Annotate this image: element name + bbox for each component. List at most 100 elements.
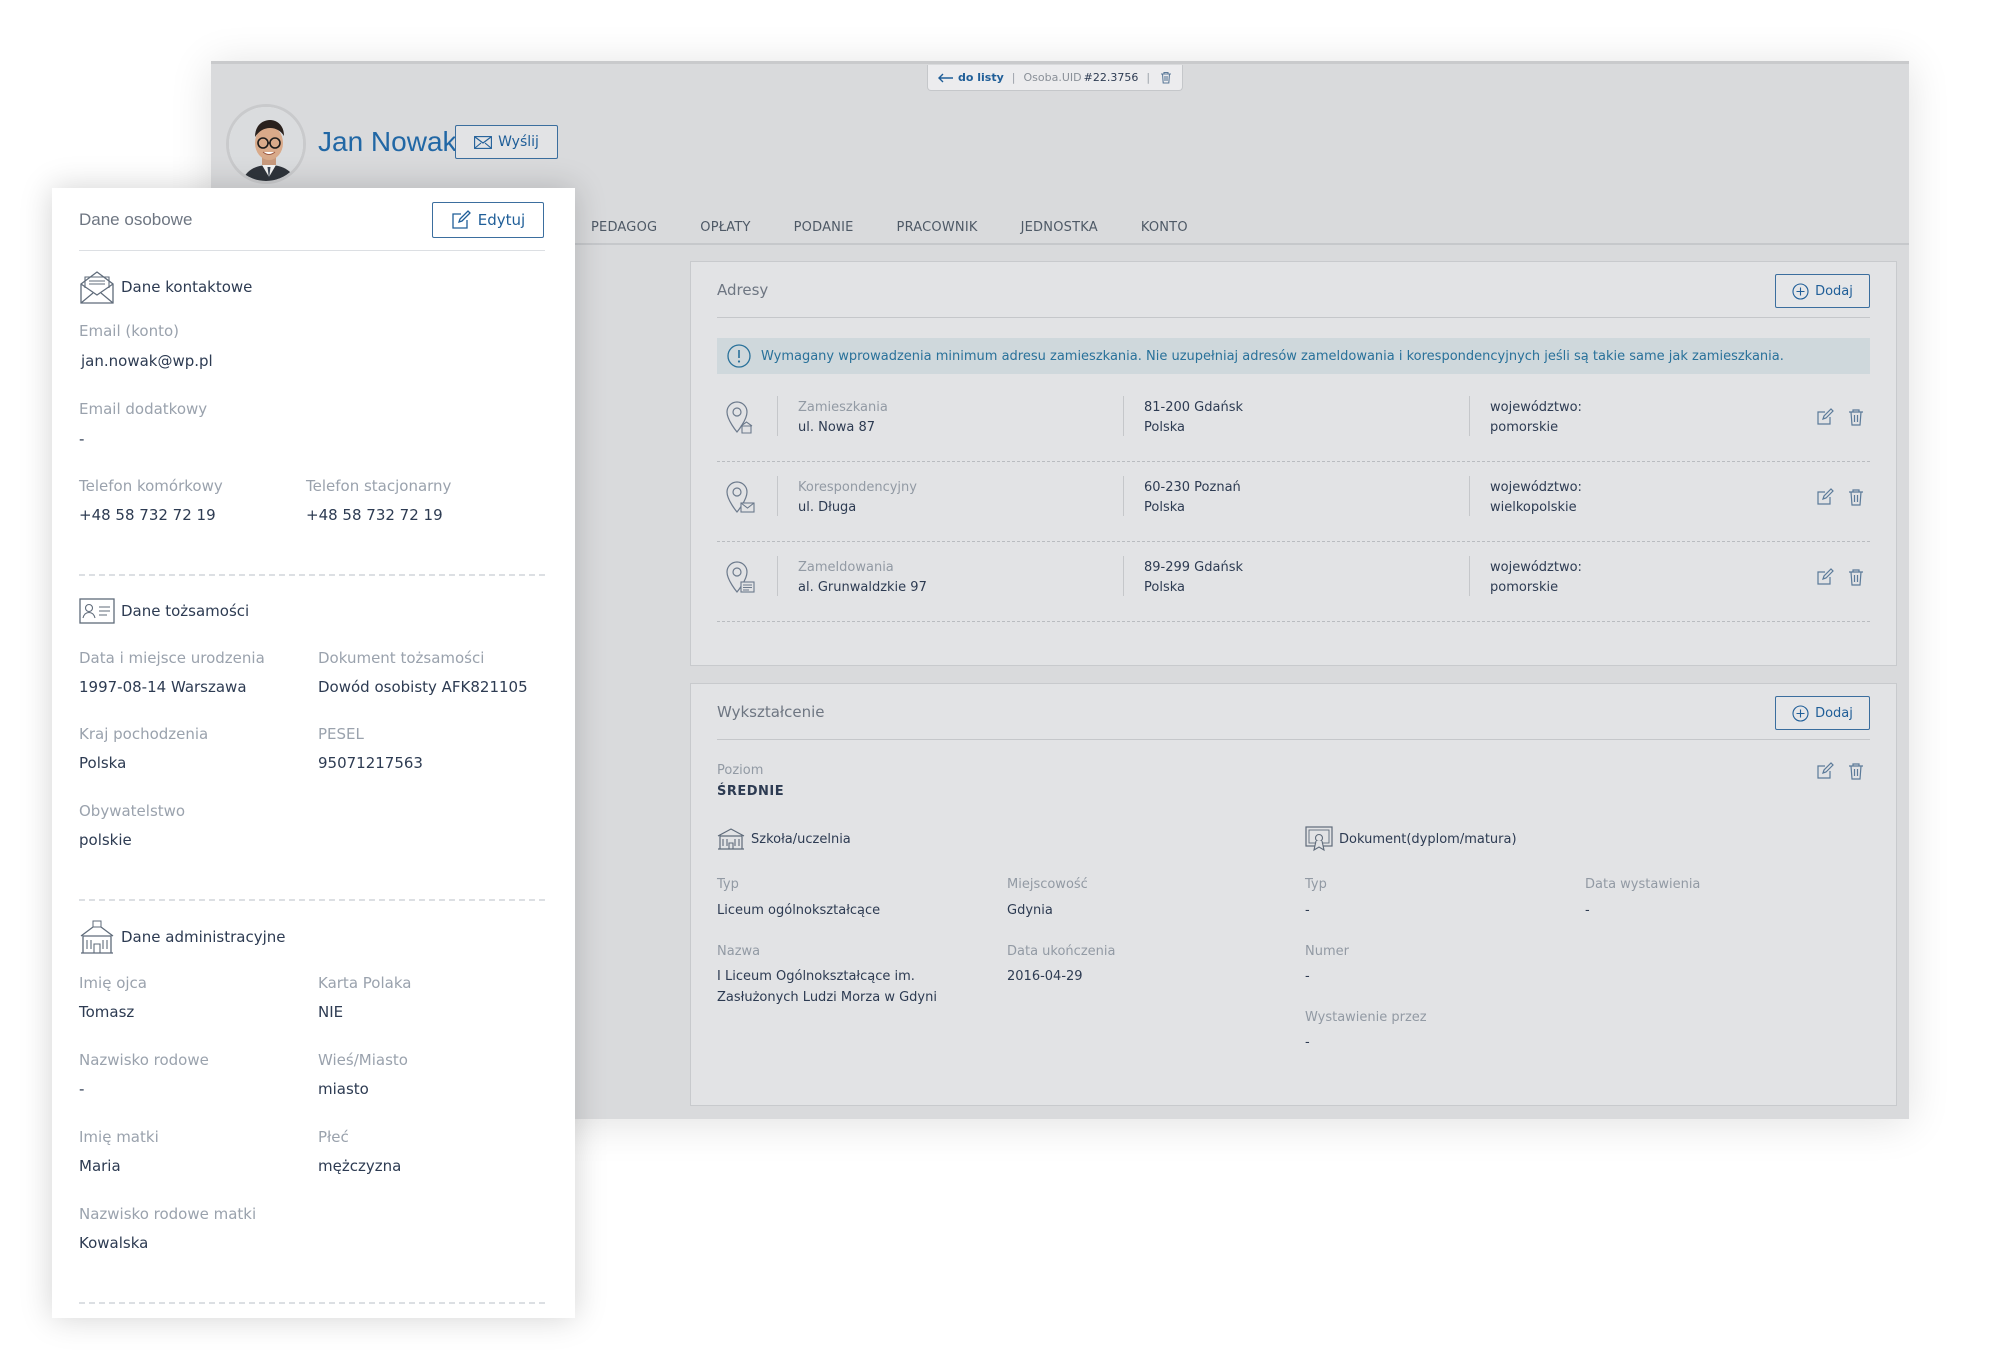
edit-icon[interactable]: [1816, 568, 1834, 586]
address-street: al. Grunwaldzkie 97: [798, 580, 927, 595]
tab-jednostka[interactable]: JEDNOSTKA: [1021, 220, 1098, 235]
edit-icon: [452, 210, 471, 229]
address-street: ul. Nowa 87: [798, 420, 876, 435]
level-value: ŚREDNIE: [717, 784, 785, 799]
envelope-icon: [474, 135, 493, 149]
send-message-button[interactable]: Wyślij: [455, 125, 558, 159]
contact-heading-label: Dane kontaktowe: [121, 278, 253, 296]
personal-data-panel: Dane osobowe Edytuj Dane kontaktowe Emai…: [52, 188, 575, 1318]
citizenship-value: polskie: [79, 831, 132, 849]
school-city-label: Miejscowość: [1007, 877, 1088, 892]
trash-icon[interactable]: [1848, 568, 1864, 586]
level-label: Poziom: [717, 763, 764, 778]
address-region: pomorskie: [1490, 580, 1559, 595]
sex-label: Płeć: [318, 1128, 349, 1146]
plus-circle-icon: [1792, 282, 1809, 300]
address-row: Korespondencyjny ul. Długa 60-230 Poznań…: [717, 462, 1870, 542]
mail-open-icon: [80, 271, 114, 304]
school-heading-label: Szkoła/uczelnia: [751, 831, 851, 847]
edit-icon[interactable]: [1816, 488, 1834, 506]
tab-podanie[interactable]: PODANIE: [794, 220, 854, 235]
person-photo-icon: [229, 107, 303, 181]
school-name-line1: I Liceum Ogólnokształcące im.: [717, 969, 915, 984]
document-heading-label: Dokument(dyplom/matura): [1339, 831, 1517, 847]
person-name: Jan Nowak: [318, 126, 457, 157]
admin-heading-label: Dane administracyjne: [121, 928, 286, 946]
document-heading: Dokument(dyplom/matura): [1305, 826, 1517, 852]
address-street: ul. Długa: [798, 500, 857, 515]
panel-title: Dane osobowe: [79, 210, 193, 229]
address-type: Zamieszkania: [798, 400, 888, 415]
origin-value: Polska: [79, 754, 127, 772]
id-doc-label: Dokument tożsamości: [318, 649, 485, 667]
institution-building-icon: [80, 920, 114, 954]
delete-person-button[interactable]: [1160, 71, 1172, 84]
edit-icon[interactable]: [1816, 408, 1834, 426]
card-label: Karta Polaka: [318, 974, 412, 992]
pesel-value: 95071217563: [318, 754, 423, 772]
school-building-icon: [717, 828, 745, 850]
add-education-button[interactable]: Dodaj: [1775, 696, 1870, 730]
edit-button[interactable]: Edytuj: [432, 202, 544, 238]
add-address-button[interactable]: Dodaj: [1775, 274, 1870, 308]
education-title: Wykształcenie: [717, 703, 825, 721]
uid-label: Osoba.UID: [1023, 71, 1082, 84]
addresses-title: Adresy: [717, 281, 769, 299]
send-label: Wyślij: [498, 134, 539, 150]
sex-value: mężczyzna: [318, 1157, 402, 1175]
address-region-label: województwo:: [1490, 480, 1582, 495]
address-city: 81-200 Gdańsk: [1144, 400, 1244, 415]
address-country: Polska: [1144, 420, 1185, 435]
school-end-value: 2016-04-29: [1007, 969, 1083, 984]
tab-bar: PEDAGOG OPŁATY PODANIE PRACOWNIK JEDNOST…: [591, 220, 1231, 235]
origin-label: Kraj pochodzenia: [79, 725, 209, 743]
mother-maiden-value: Kowalska: [79, 1234, 149, 1252]
mother-maiden-label: Nazwisko rodowe matki: [79, 1205, 257, 1223]
tab-konto[interactable]: KONTO: [1141, 220, 1188, 235]
contact-section-heading: Dane kontaktowe: [79, 270, 252, 304]
maiden-label: Nazwisko rodowe: [79, 1051, 209, 1069]
tab-pedagog[interactable]: PEDAGOG: [591, 220, 657, 235]
address-region-label: województwo:: [1490, 560, 1582, 575]
address-city: 89-299 Gdańsk: [1144, 560, 1244, 575]
mother-label: Imię matki: [79, 1128, 159, 1146]
address-notice: Wymagany wprowadzenia minimum adresu zam…: [717, 338, 1870, 374]
tab-pracownik[interactable]: PRACOWNIK: [897, 220, 978, 235]
school-type-value: Liceum ogólnokształcące: [717, 903, 881, 918]
trash-icon[interactable]: [1848, 408, 1864, 426]
address-type: Korespondencyjny: [798, 480, 917, 495]
address-row: Zameldowania al. Grunwaldzkie 97 89-299 …: [717, 542, 1870, 622]
avatar: [226, 104, 306, 184]
id-doc-value: Dowód osobisty AFK821105: [318, 678, 528, 696]
tab-oplaty[interactable]: OPŁATY: [700, 220, 750, 235]
add-education-label: Dodaj: [1815, 705, 1853, 721]
mobile-label: Telefon komórkowy: [79, 477, 223, 495]
birth-label: Data i miejsce urodzenia: [79, 649, 265, 667]
trash-icon[interactable]: [1848, 488, 1864, 506]
mobile-value: +48 58 732 72 19: [79, 506, 216, 524]
location-registration-icon: [726, 561, 755, 593]
landline-label: Telefon stacjonarny: [306, 477, 452, 495]
town-label: Wieś/Miasto: [318, 1051, 408, 1069]
father-label: Imię ojca: [79, 974, 147, 992]
mother-value: Maria: [79, 1157, 121, 1175]
email2-value: -: [79, 430, 85, 448]
school-heading: Szkoła/uczelnia: [717, 828, 851, 850]
pesel-label: PESEL: [318, 725, 364, 743]
email-label: Email (konto): [79, 322, 179, 340]
town-value: miasto: [318, 1080, 369, 1098]
trash-icon[interactable]: [1848, 762, 1864, 780]
edit-icon[interactable]: [1816, 762, 1834, 780]
school-name-line2: Zasłużonych Ludzi Morza w Gdyni: [717, 990, 937, 1005]
school-name-label: Nazwa: [717, 944, 761, 959]
addresses-card: Adresy Dodaj Wymagany wprowadzenia minim…: [690, 261, 1897, 666]
citizenship-label: Obywatelstwo: [79, 802, 186, 820]
trash-icon: [1161, 71, 1172, 84]
certificate-icon: [1305, 826, 1333, 852]
back-to-list-link[interactable]: do listy: [938, 71, 1004, 84]
address-region: pomorskie: [1490, 420, 1559, 435]
add-address-label: Dodaj: [1815, 283, 1853, 299]
document-issued-value: -: [1585, 903, 1590, 918]
address-country: Polska: [1144, 500, 1185, 515]
admin-section-heading: Dane administracyjne: [79, 920, 286, 954]
